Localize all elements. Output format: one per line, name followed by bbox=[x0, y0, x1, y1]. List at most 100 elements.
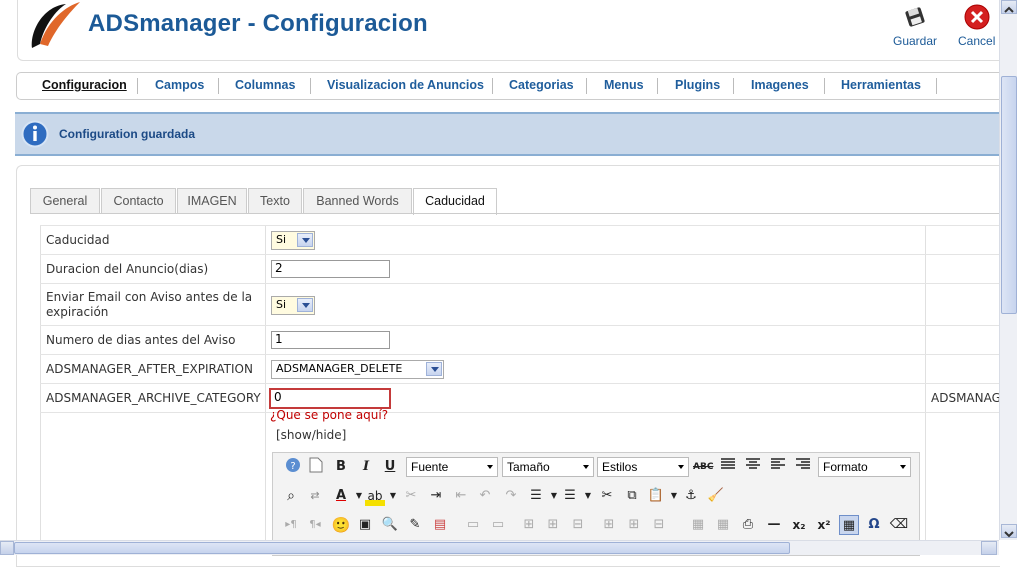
after-expiration-label: ADSMANAGER_AFTER_EXPIRATION bbox=[46, 362, 253, 376]
header: ADSmanager - Configuracion Guardar Cance… bbox=[0, 0, 1000, 68]
menu-item-herramientas[interactable]: Herramientas bbox=[841, 78, 921, 92]
styles-label: Estilos bbox=[602, 460, 638, 474]
tab-contacto[interactable]: Contacto bbox=[101, 188, 176, 213]
insert-layer-icon[interactable]: ▤ bbox=[430, 515, 450, 535]
special-char-icon[interactable]: Ω bbox=[864, 515, 884, 535]
insert-col-before-icon[interactable]: ⊞ bbox=[599, 515, 619, 535]
menu-item-columnas[interactable]: Columnas bbox=[235, 78, 295, 92]
split-cells-icon[interactable]: ▦ bbox=[688, 515, 708, 535]
enviar-email-select[interactable]: Si bbox=[271, 296, 315, 315]
chevron-down-icon[interactable]: ▼ bbox=[578, 486, 598, 506]
table-row: Caducidad bbox=[40, 225, 999, 255]
chevron-down-icon bbox=[583, 465, 589, 469]
menu-item-imagenes[interactable]: Imagenes bbox=[751, 78, 809, 92]
help-icon[interactable]: ? bbox=[283, 457, 303, 477]
show-hide-link[interactable]: [show/hide] bbox=[276, 428, 346, 442]
scroll-thumb-horizontal[interactable] bbox=[14, 542, 790, 554]
menu-item-visualizacion[interactable]: Visualizacion de Anuncios bbox=[327, 78, 484, 92]
merge-cells-icon[interactable]: ▦ bbox=[713, 515, 733, 535]
subscript-icon[interactable]: x₂ bbox=[789, 515, 809, 535]
edit-image-icon[interactable]: ✎ bbox=[405, 515, 425, 535]
redo-icon[interactable]: ↷ bbox=[501, 486, 521, 506]
scroll-down-button[interactable] bbox=[1001, 524, 1017, 538]
strikethrough-icon[interactable]: ABC bbox=[693, 457, 713, 477]
new-document-icon[interactable] bbox=[306, 457, 326, 477]
table-row-props-icon[interactable]: ▭ bbox=[463, 515, 483, 535]
preview-icon[interactable]: 🔍 bbox=[380, 515, 400, 535]
horizontal-scrollbar[interactable] bbox=[0, 540, 999, 555]
duracion-input[interactable]: 2 bbox=[271, 260, 390, 278]
horizontal-rule-icon[interactable]: — bbox=[764, 515, 784, 535]
cleanup-icon[interactable]: 🧹 bbox=[706, 486, 726, 506]
remove-format-icon[interactable]: ⌫ bbox=[889, 515, 909, 535]
align-right-icon[interactable] bbox=[793, 457, 813, 477]
adsmanager-logo bbox=[31, 2, 80, 48]
bullet-list-icon[interactable]: ☰ bbox=[560, 486, 580, 506]
tab-general[interactable]: General bbox=[30, 188, 100, 213]
format-dropdown[interactable]: Formato bbox=[818, 457, 911, 477]
insert-row-before-icon[interactable]: ⊞ bbox=[519, 515, 539, 535]
tab-caducidad[interactable]: Caducidad bbox=[413, 188, 497, 215]
superscript-icon[interactable]: x² bbox=[814, 515, 834, 535]
align-center-icon[interactable] bbox=[743, 457, 763, 477]
font-size-dropdown[interactable]: Tamaño bbox=[502, 457, 594, 477]
after-expiration-select[interactable]: ADSMANAGER_DELETE bbox=[271, 360, 444, 379]
font-family-dropdown[interactable]: Fuente bbox=[406, 457, 498, 477]
menu-item-configuracion[interactable]: Configuracion bbox=[42, 78, 127, 92]
menu-item-plugins[interactable]: Plugins bbox=[675, 78, 720, 92]
indent-icon[interactable]: ⇥ bbox=[426, 486, 446, 506]
cancel-label: Cancel bbox=[958, 34, 996, 48]
numero-dias-input[interactable]: 1 bbox=[271, 331, 390, 349]
font-color-icon[interactable]: A bbox=[331, 486, 351, 506]
print-icon[interactable]: ⎙ bbox=[738, 515, 758, 535]
align-left-icon[interactable] bbox=[768, 457, 788, 477]
scroll-up-button[interactable] bbox=[1001, 0, 1017, 14]
menu-separator bbox=[824, 78, 825, 94]
paste-icon[interactable]: 📋 bbox=[646, 486, 666, 506]
anchor-icon[interactable]: ⚓ bbox=[681, 486, 701, 506]
tab-banned-words[interactable]: Banned Words bbox=[303, 188, 412, 213]
italic-icon[interactable]: I bbox=[356, 457, 376, 477]
justify-icon[interactable] bbox=[718, 457, 738, 477]
visual-aid-icon[interactable]: ▦ bbox=[839, 515, 859, 535]
table-row: Numero de dias antes del Aviso bbox=[40, 325, 999, 355]
save-button[interactable]: Guardar bbox=[893, 4, 937, 48]
cut-icon[interactable]: ✂ bbox=[597, 486, 617, 506]
delete-row-icon[interactable]: ⊟ bbox=[568, 515, 588, 535]
archive-category-right-text: ADSMANAGI bbox=[931, 391, 1005, 405]
unlink-icon[interactable]: ✂ bbox=[401, 486, 421, 506]
enviar-email-label: Enviar Email con Aviso antes de la expir… bbox=[46, 290, 252, 320]
cancel-button[interactable]: Cancel bbox=[958, 4, 995, 48]
copy-icon[interactable]: ⧉ bbox=[622, 486, 642, 506]
caducidad-select[interactable]: Si bbox=[271, 231, 315, 250]
chevron-down-icon[interactable]: ▼ bbox=[383, 486, 403, 506]
scroll-left-button[interactable] bbox=[0, 541, 14, 555]
format-label: Formato bbox=[823, 460, 868, 474]
tab-texto[interactable]: Texto bbox=[248, 188, 302, 213]
styles-dropdown[interactable]: Estilos bbox=[597, 457, 689, 477]
numbered-list-icon[interactable]: ☰ bbox=[526, 486, 546, 506]
menu-item-campos[interactable]: Campos bbox=[155, 78, 204, 92]
ltr-icon[interactable]: ▸¶ bbox=[281, 515, 301, 535]
vertical-scrollbar[interactable] bbox=[999, 0, 1017, 540]
undo-icon[interactable]: ↶ bbox=[475, 486, 495, 506]
bold-icon[interactable]: B bbox=[331, 457, 351, 477]
scroll-thumb[interactable] bbox=[1001, 76, 1017, 314]
highlight-color-icon[interactable]: ab bbox=[365, 486, 385, 506]
media-icon[interactable]: ▣ bbox=[355, 515, 375, 535]
archive-category-input[interactable]: 0 bbox=[269, 388, 391, 409]
scroll-right-button[interactable] bbox=[981, 541, 997, 555]
table-cell-props-icon[interactable]: ▭ bbox=[488, 515, 508, 535]
rtl-icon[interactable]: ¶◂ bbox=[305, 515, 325, 535]
tab-imagen[interactable]: IMAGEN bbox=[177, 188, 247, 213]
outdent-icon[interactable]: ⇤ bbox=[451, 486, 471, 506]
replace-icon[interactable]: ⇄ bbox=[305, 486, 325, 506]
insert-col-after-icon[interactable]: ⊞ bbox=[624, 515, 644, 535]
menu-item-categorias[interactable]: Categorias bbox=[509, 78, 574, 92]
menu-item-menus[interactable]: Menus bbox=[604, 78, 644, 92]
find-icon[interactable]: ⌕ bbox=[281, 486, 301, 506]
insert-row-after-icon[interactable]: ⊞ bbox=[543, 515, 563, 535]
delete-col-icon[interactable]: ⊟ bbox=[649, 515, 669, 535]
underline-icon[interactable]: U bbox=[380, 457, 400, 477]
emoticon-icon[interactable]: 🙂 bbox=[331, 515, 351, 535]
